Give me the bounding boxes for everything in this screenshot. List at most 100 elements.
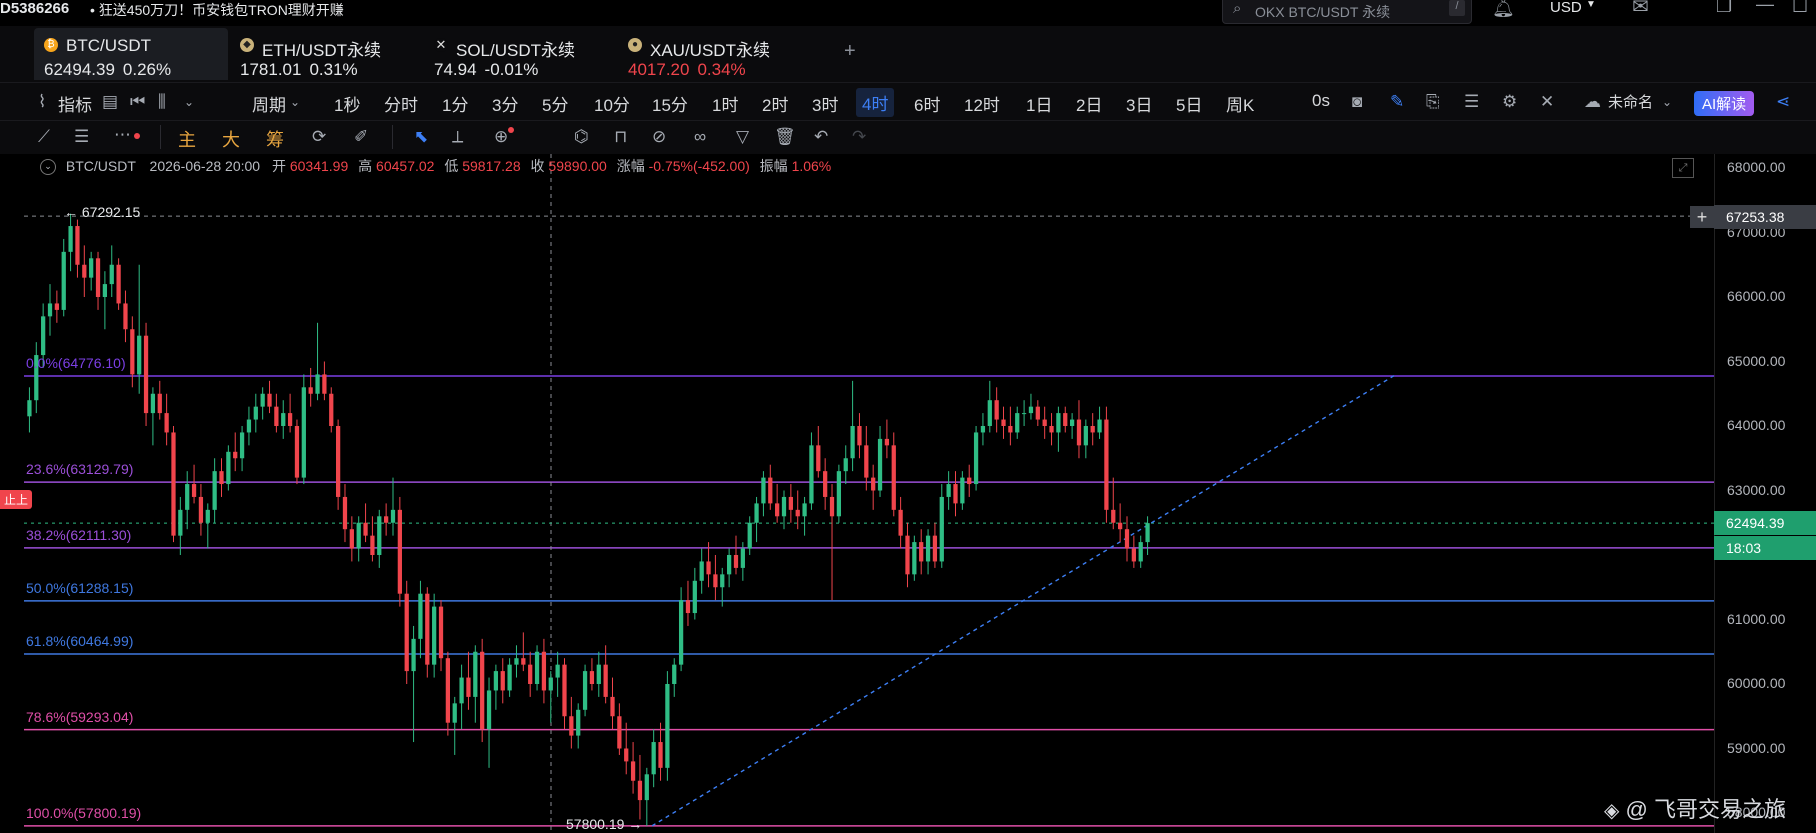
candle-body bbox=[871, 477, 876, 491]
add-alert-icon[interactable]: + bbox=[1690, 206, 1714, 228]
currency-select[interactable]: USD ▼ bbox=[1536, 0, 1600, 21]
trash-icon[interactable]: 🗑︎ bbox=[774, 127, 796, 147]
timeframe-3分[interactable]: 3分 bbox=[492, 91, 518, 116]
timeframe-5日[interactable]: 5日 bbox=[1176, 91, 1202, 116]
bell-icon[interactable]: 🔔︎ bbox=[1492, 0, 1515, 19]
timeframe-1秒[interactable]: 1秒 bbox=[334, 91, 360, 116]
tab-sol-usdt[interactable]: ✕ SOL/USDT永续 74.94 -0.01% bbox=[424, 28, 614, 80]
side-badge[interactable]: 止上 bbox=[0, 490, 33, 509]
timeframe-2时[interactable]: 2时 bbox=[762, 91, 788, 116]
period-button[interactable]: 周期 bbox=[252, 91, 286, 116]
timeframe-2日[interactable]: 2日 bbox=[1076, 91, 1102, 116]
candlestick-chart[interactable] bbox=[24, 154, 1714, 833]
list-icon[interactable]: ☰ bbox=[1464, 92, 1479, 112]
collapse-icon[interactable]: ⌄ bbox=[40, 159, 56, 176]
filter-icon[interactable]: ▽ bbox=[736, 127, 749, 147]
comment-icon[interactable]: ⎘ bbox=[1426, 92, 1440, 112]
chevron-down-icon[interactable]: ⌄ bbox=[184, 95, 194, 109]
collapse-icon[interactable]: ✕ bbox=[1540, 92, 1554, 112]
timeframe-3日[interactable]: 3日 bbox=[1126, 91, 1152, 116]
timeframe-5分[interactable]: 5分 bbox=[542, 91, 568, 116]
replay-icon[interactable]: ⏮ bbox=[130, 92, 145, 112]
tab-xau-usdt[interactable]: ● XAU/USDT永续 4017.20 0.34% bbox=[618, 28, 808, 80]
link-icon[interactable]: ∞ bbox=[694, 127, 706, 147]
visibility-icon[interactable]: ⊘ bbox=[652, 127, 666, 147]
add-tab-icon[interactable]: + bbox=[844, 40, 856, 63]
big-order-button[interactable]: 大 bbox=[222, 126, 240, 152]
zoom-icon[interactable]: ⊕ bbox=[494, 127, 508, 147]
candle-body bbox=[672, 664, 677, 684]
main-indicator-button[interactable]: 主 bbox=[178, 126, 196, 152]
layout-icon[interactable]: ▤ bbox=[102, 92, 118, 112]
countdown-button[interactable]: 0s bbox=[1312, 91, 1330, 111]
tab-name: ETH/USDT永续 bbox=[262, 41, 381, 60]
window-icon[interactable]: ❐ bbox=[1716, 0, 1732, 17]
line-tool-icon[interactable]: ⟋ bbox=[38, 127, 50, 147]
lock-icon[interactable]: ⊓ bbox=[614, 127, 627, 147]
minimize-icon[interactable]: — bbox=[1756, 0, 1774, 15]
info-low-label: 低 bbox=[444, 158, 459, 174]
info-change-label: 涨幅 bbox=[616, 158, 645, 174]
candle-body bbox=[473, 651, 478, 697]
candle-body bbox=[548, 677, 553, 691]
timeframe-1日[interactable]: 1日 bbox=[1026, 91, 1052, 116]
divider bbox=[392, 125, 393, 149]
chip-distribution-button[interactable]: 筹 bbox=[266, 126, 284, 152]
timeframe-12时[interactable]: 12时 bbox=[964, 91, 1000, 116]
magnet-icon[interactable]: ⌬ bbox=[574, 127, 589, 147]
timeframe-10分[interactable]: 10分 bbox=[594, 91, 630, 116]
tab-eth-usdt[interactable]: ◆ ETH/USDT永续 1781.01 0.31% bbox=[230, 28, 420, 80]
tab-btc-usdt[interactable]: ₿ BTC/USDT 62494.39 0.26% bbox=[34, 28, 228, 80]
indicators-button[interactable]: 指标 bbox=[58, 91, 92, 116]
share-icon[interactable]: ⋖ bbox=[1776, 92, 1790, 112]
timeframe-1分[interactable]: 1分 bbox=[442, 91, 468, 116]
candle-body bbox=[637, 780, 643, 801]
countdown-tag: 18:03 bbox=[1714, 536, 1816, 560]
brush-icon[interactable]: ✐ bbox=[354, 127, 368, 147]
search-input[interactable]: OKX BTC/USDT 永续 bbox=[1255, 2, 1390, 22]
timeframe-分时[interactable]: 分时 bbox=[384, 91, 418, 116]
candle-body bbox=[514, 658, 519, 665]
cursor-icon[interactable]: ⬉ bbox=[414, 127, 428, 147]
layout-name-select[interactable]: 未命名 bbox=[1608, 91, 1653, 112]
candle-body bbox=[726, 555, 732, 575]
search-box[interactable]: ⌕ OKX BTC/USDT 永续 / bbox=[1222, 0, 1472, 24]
sync-icon[interactable]: ⟳ bbox=[312, 127, 326, 147]
chart-canvas[interactable] bbox=[24, 154, 1714, 833]
candle-type-icon[interactable]: ⫼ bbox=[158, 92, 166, 112]
timeframe-3时[interactable]: 3时 bbox=[812, 91, 838, 116]
promo-banner[interactable]: • 狂送450万刀！币安钱包TRON理财开赚 bbox=[90, 0, 344, 20]
ruler-icon[interactable]: ⟂ bbox=[452, 127, 463, 147]
mail-icon[interactable]: ✉ bbox=[1632, 0, 1649, 19]
divider bbox=[160, 125, 161, 149]
fullscreen-icon[interactable]: ⤢ bbox=[1672, 158, 1694, 178]
price-tick: 68000.00 bbox=[1727, 159, 1786, 175]
timeframe-4时[interactable]: 4时 bbox=[856, 88, 895, 117]
timeframe-周K[interactable]: 周K bbox=[1226, 91, 1254, 116]
fib-level-label: 38.2%(62111.30) bbox=[26, 526, 132, 543]
candle-body bbox=[459, 677, 464, 704]
camera-icon[interactable]: ◙ bbox=[1352, 92, 1362, 112]
price-tick: 61000.00 bbox=[1727, 610, 1786, 627]
candle-body bbox=[75, 226, 80, 265]
candle-body bbox=[246, 419, 252, 433]
menu-icon[interactable]: ☰ bbox=[74, 127, 89, 147]
price-tick: 65000.00 bbox=[1727, 352, 1786, 369]
timeframe-15分[interactable]: 15分 bbox=[652, 91, 688, 116]
info-high: 60457.02 bbox=[376, 158, 435, 174]
candle-body bbox=[493, 671, 499, 691]
candle-body bbox=[713, 574, 718, 588]
undo-icon[interactable]: ↶ bbox=[814, 127, 828, 147]
chevron-down-icon: ⌄ bbox=[290, 95, 301, 109]
price-tick: 64000.00 bbox=[1727, 417, 1786, 433]
candle-body bbox=[68, 226, 73, 252]
timeframe-1时[interactable]: 1时 bbox=[712, 91, 738, 116]
gear-icon[interactable]: ⚙ bbox=[1502, 92, 1517, 112]
pencil-icon[interactable]: ✎ bbox=[1390, 92, 1404, 112]
timeframe-6时[interactable]: 6时 bbox=[914, 91, 940, 116]
price-axis[interactable]: 68000.00 67000.00 66000.00 65000.00 64000.00… bbox=[1714, 154, 1816, 833]
maximize-icon[interactable]: ☐ bbox=[1792, 0, 1808, 17]
more-icon[interactable]: ⋯ bbox=[114, 125, 131, 145]
redo-icon[interactable]: ↷ bbox=[852, 127, 866, 147]
ai-analysis-button[interactable]: AI解读 bbox=[1694, 91, 1755, 116]
